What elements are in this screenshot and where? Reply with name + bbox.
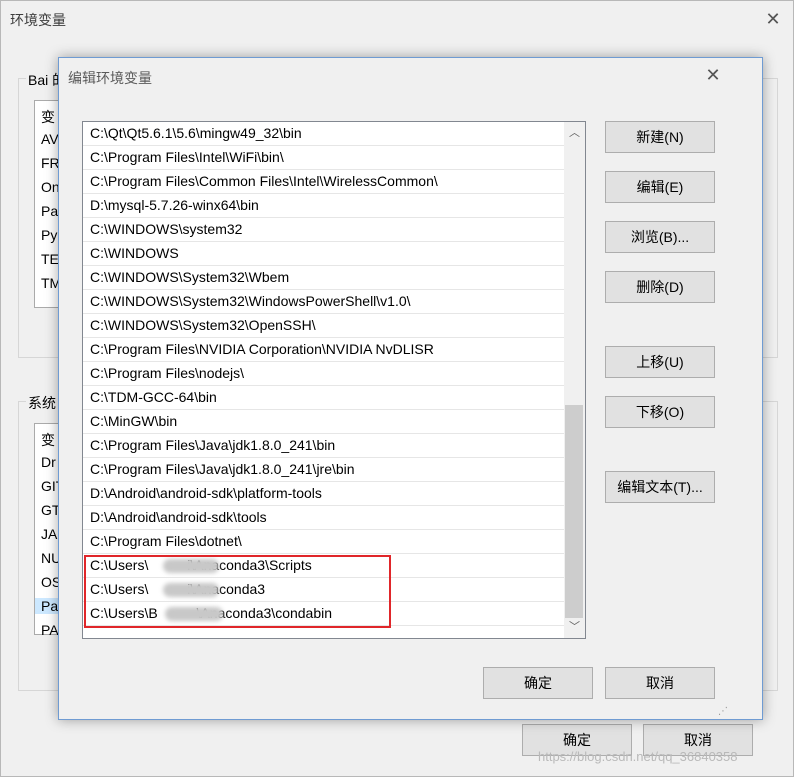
scroll-up-arrow-icon[interactable]: ︿ [564, 123, 585, 143]
outer-close-icon[interactable]: ✕ [762, 8, 784, 30]
list-item[interactable]: Dr [41, 454, 56, 470]
dialog-cancel-button[interactable]: 取消 [605, 667, 715, 699]
path-item[interactable]: C:\WINDOWS\System32\WindowsPowerShell\v1… [83, 290, 564, 314]
path-item[interactable]: C:\Program Files\Common Files\Intel\Wire… [83, 170, 564, 194]
path-item[interactable]: C:\Program Files\dotnet\ [83, 530, 564, 554]
dialog-close-icon[interactable]: ✕ [702, 64, 724, 86]
list-item[interactable]: FR [41, 155, 60, 171]
path-item[interactable]: C:\WINDOWS\System32\Wbem [83, 266, 564, 290]
path-item[interactable]: D:\mysql-5.7.26-winx64\bin [83, 194, 564, 218]
anaconda-paths-highlight [84, 555, 391, 628]
list-item[interactable]: Pa [41, 203, 58, 219]
path-item[interactable]: C:\Qt\Qt5.6.1\5.6\mingw49_32\bin [83, 122, 564, 146]
outer-window-title: 环境变量 [10, 12, 66, 28]
edit-text-button[interactable]: 编辑文本(T)... [605, 471, 715, 503]
list-item[interactable]: On [41, 179, 60, 195]
list-item[interactable]: Py [41, 227, 57, 243]
list-item[interactable]: AV [41, 131, 59, 147]
list-item[interactable]: PA [41, 622, 59, 638]
path-item[interactable]: C:\TDM-GCC-64\bin [83, 386, 564, 410]
path-item[interactable]: C:\WINDOWS [83, 242, 564, 266]
path-item[interactable]: D:\Android\android-sdk\tools [83, 506, 564, 530]
edit-button[interactable]: 编辑(E) [605, 171, 715, 203]
dialog-ok-button[interactable]: 确定 [483, 667, 593, 699]
dialog-title: 编辑环境变量 [68, 70, 152, 86]
watermark: https://blog.csdn.net/qq_36840358 [538, 749, 738, 764]
path-item[interactable]: C:\Program Files\nodejs\ [83, 362, 564, 386]
new-button[interactable]: 新建(N) [605, 121, 715, 153]
list-item[interactable]: JA [41, 526, 57, 542]
delete-button[interactable]: 删除(D) [605, 271, 715, 303]
path-item[interactable]: C:\Program Files\Java\jdk1.8.0_241\jre\b… [83, 458, 564, 482]
path-item[interactable]: C:\WINDOWS\System32\OpenSSH\ [83, 314, 564, 338]
path-item[interactable]: D:\Android\android-sdk\platform-tools [83, 482, 564, 506]
path-item[interactable]: C:\Program Files\Java\jdk1.8.0_241\bin [83, 434, 564, 458]
list-item: 变 [41, 432, 55, 448]
move-down-button[interactable]: 下移(O) [605, 396, 715, 428]
path-item[interactable]: C:\MinGW\bin [83, 410, 564, 434]
path-list-scroll-thumb[interactable] [565, 405, 583, 618]
path-item[interactable]: C:\Program Files\Intel\WiFi\bin\ [83, 146, 564, 170]
list-item[interactable]: TE [41, 251, 59, 267]
scroll-down-arrow-icon[interactable]: ﹀ [564, 617, 585, 637]
system-variables-label: 系统 [26, 393, 58, 413]
path-item[interactable]: C:\Program Files\NVIDIA Corporation\NVID… [83, 338, 564, 362]
move-up-button[interactable]: 上移(U) [605, 346, 715, 378]
list-item: 变 [41, 109, 55, 125]
resize-grip-icon[interactable]: ⋰ [718, 706, 732, 718]
path-item[interactable]: C:\WINDOWS\system32 [83, 218, 564, 242]
browse-button[interactable]: 浏览(B)... [605, 221, 715, 253]
